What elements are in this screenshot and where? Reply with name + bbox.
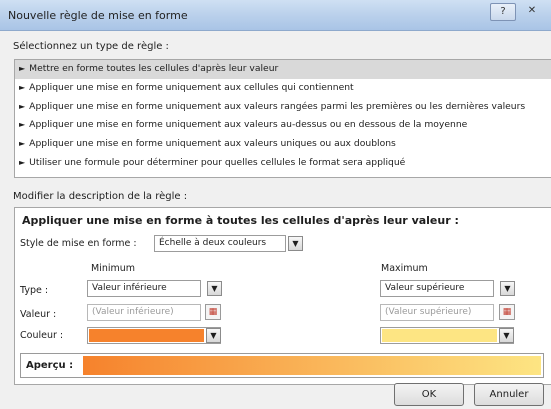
- triangle-icon: ►: [19, 101, 26, 111]
- max-color-swatch: [382, 329, 497, 342]
- type-label: Type :: [20, 285, 49, 296]
- min-type-select[interactable]: Valeur inférieure: [87, 280, 201, 297]
- rule-type-item-label: Appliquer une mise en forme uniquement a…: [29, 100, 526, 112]
- rule-type-item[interactable]: ► Mettre en forme toutes les cellules d'a…: [15, 60, 551, 79]
- rule-type-item-label: Appliquer une mise en forme uniquement a…: [29, 138, 396, 150]
- rule-type-item[interactable]: ► Appliquer une mise en forme uniquement …: [15, 116, 551, 135]
- min-color-swatch: [89, 329, 204, 342]
- max-value-input[interactable]: (Valeur supérieure): [380, 304, 494, 321]
- preview-box: Aperçu :: [20, 353, 544, 378]
- value-label: Valeur :: [20, 309, 57, 320]
- cancel-button[interactable]: Annuler: [474, 383, 544, 406]
- min-color-dropdown-icon[interactable]: ▼: [206, 328, 221, 343]
- rule-type-label: Sélectionnez un type de règle :: [13, 41, 169, 52]
- rule-type-item-label: Appliquer une mise en forme uniquement a…: [29, 81, 354, 93]
- description-label: Modifier la description de la règle :: [13, 191, 188, 202]
- rule-type-list[interactable]: ► Mettre en forme toutes les cellules d'a…: [14, 59, 551, 178]
- rule-type-item-label: Utiliser une formule pour déterminer pou…: [29, 156, 406, 168]
- rule-type-item-label: Mettre en forme toutes les cellules d'ap…: [29, 63, 279, 74]
- ok-button[interactable]: OK: [394, 383, 464, 406]
- triangle-icon: ►: [19, 64, 26, 73]
- rule-type-item[interactable]: ► Appliquer une mise en forme uniquement …: [15, 79, 551, 98]
- min-value-input[interactable]: (Valeur inférieure): [87, 304, 201, 321]
- window-title: Nouvelle règle de mise en forme: [8, 9, 188, 22]
- color-label: Couleur :: [20, 330, 64, 341]
- maximum-header: Maximum: [381, 263, 428, 274]
- minimum-header: Minimum: [91, 263, 136, 274]
- triangle-icon: ►: [19, 139, 26, 149]
- format-style-select[interactable]: Échelle à deux couleurs: [154, 235, 286, 252]
- title-bar: Nouvelle règle de mise en forme ? ✕: [0, 0, 551, 31]
- rule-type-item[interactable]: ► Utiliser une formule pour déterminer po…: [15, 154, 551, 173]
- close-button[interactable]: ✕: [520, 3, 544, 19]
- rule-type-item-label: Appliquer une mise en forme uniquement a…: [29, 119, 468, 131]
- help-button[interactable]: ?: [490, 3, 516, 21]
- preview-gradient-bar: [83, 356, 541, 375]
- max-type-select[interactable]: Valeur supérieure: [380, 280, 494, 297]
- min-cell-picker-icon[interactable]: ▦: [205, 304, 221, 320]
- min-color-select[interactable]: [87, 327, 221, 344]
- format-style-label: Style de mise en forme :: [20, 238, 137, 249]
- preview-label: Aperçu :: [26, 360, 74, 371]
- max-color-select[interactable]: [380, 327, 514, 344]
- rule-type-item[interactable]: ► Appliquer une mise en forme uniquement …: [15, 98, 551, 117]
- max-color-dropdown-icon[interactable]: ▼: [499, 328, 514, 343]
- max-type-dropdown-icon[interactable]: ▼: [500, 281, 515, 296]
- max-cell-picker-icon[interactable]: ▦: [499, 304, 515, 320]
- rule-type-item[interactable]: ► Appliquer une mise en forme uniquement …: [15, 135, 551, 154]
- description-heading: Appliquer une mise en forme à toutes les…: [22, 214, 459, 227]
- triangle-icon: ►: [19, 157, 26, 167]
- format-style-dropdown-icon[interactable]: ▼: [288, 236, 303, 251]
- triangle-icon: ►: [19, 82, 26, 92]
- min-type-dropdown-icon[interactable]: ▼: [207, 281, 222, 296]
- rule-description-panel: Appliquer une mise en forme à toutes les…: [14, 207, 551, 385]
- triangle-icon: ►: [19, 120, 26, 130]
